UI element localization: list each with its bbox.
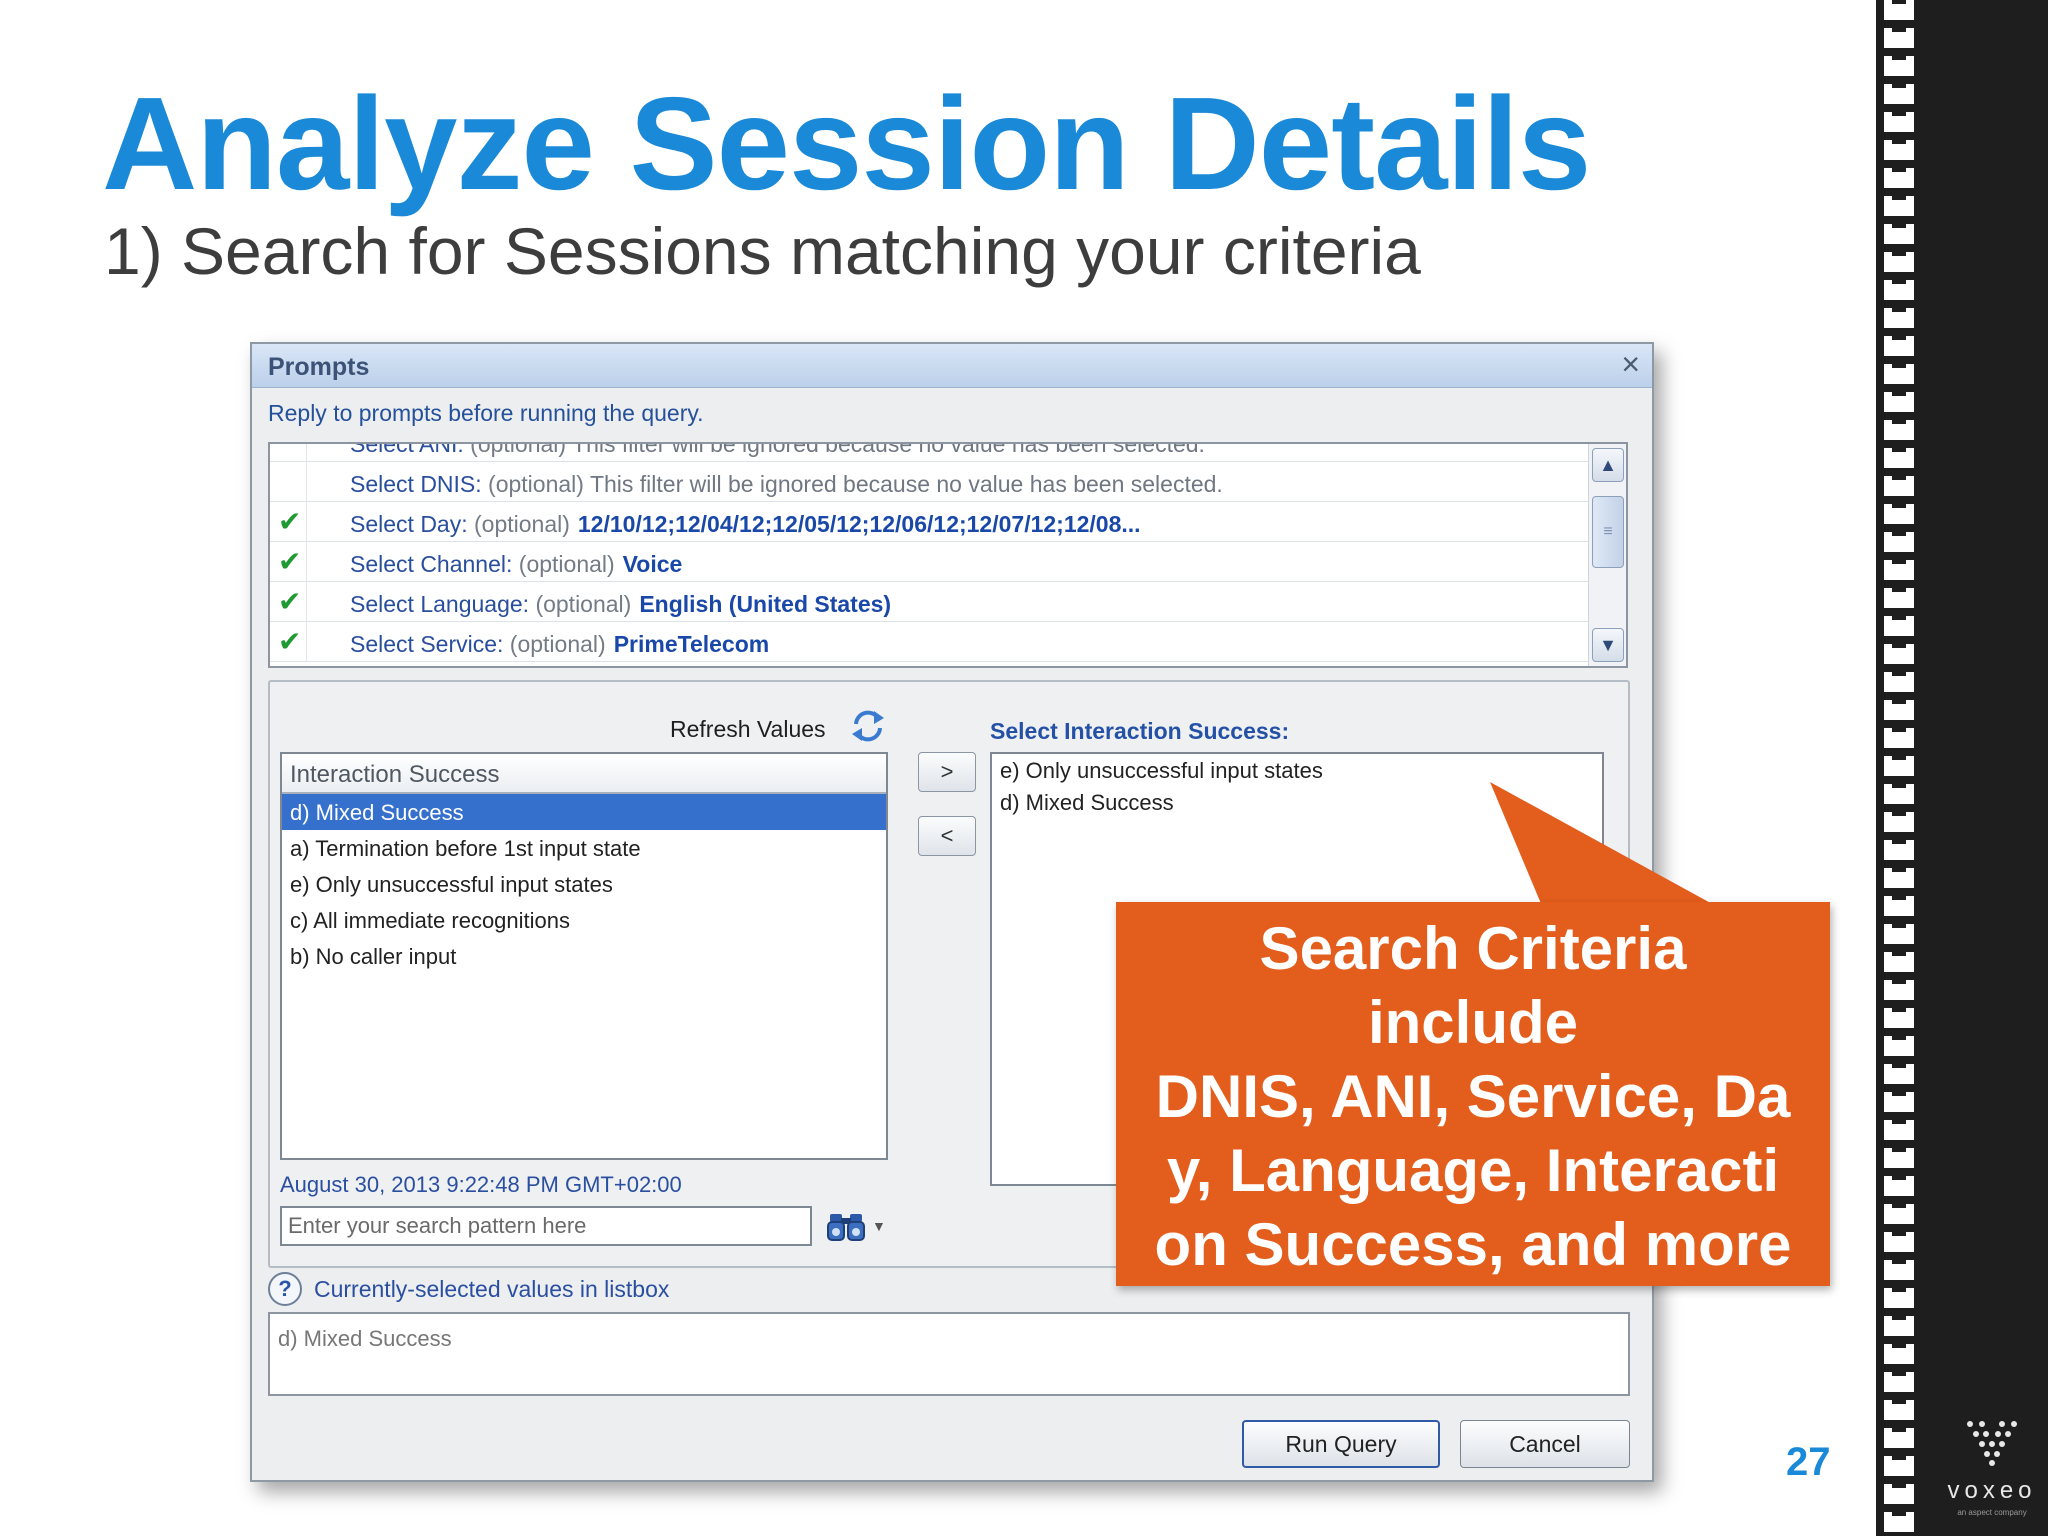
prompt-text: Select Channel: (optional) Voice [350,551,682,578]
row-gutter [306,582,307,622]
prompt-text: Select Language: (optional) English (Unit… [350,591,891,618]
prompt-optional: (optional) [535,591,632,617]
remove-value-button[interactable]: < [918,816,976,856]
prompt-row-ani[interactable]: Select ANI: (optional) This filter will b… [270,442,1588,462]
prompt-note: This filter will be ignored because no v… [572,442,1205,457]
callout-line: include [1367,989,1579,1056]
cancel-button[interactable]: Cancel [1460,1420,1630,1468]
listbox-header: Interaction Success [282,754,886,794]
scroll-thumb[interactable]: ≡ [1592,496,1624,568]
row-gutter [306,462,307,502]
prompt-note: This filter will be ignored because no v… [589,471,1223,497]
check-icon: ✔ [278,506,302,537]
help-icon[interactable]: ? [268,1272,302,1306]
refresh-icon[interactable] [848,706,888,746]
prompt-row-day[interactable]: ✔ Select Day: (optional) 12/10/12;12/04/1… [270,502,1588,542]
prompt-optional: (optional) [518,551,615,577]
list-item[interactable]: a) Termination before 1st input state [282,830,886,866]
prompt-optional: (optional) [509,631,606,657]
list-item[interactable]: c) All immediate recognitions [282,902,886,938]
prompt-label: Select Channel: [350,551,513,577]
prompt-row-channel[interactable]: ✔ Select Channel: (optional) Voice [270,542,1588,582]
logo-tagline: an aspect company [1957,1508,2027,1517]
refresh-values-label[interactable]: Refresh Values [670,716,826,743]
callout-pointer [1490,782,1716,906]
prompt-label: Select ANI: [350,442,464,457]
dialog-instruction: Reply to prompts before running the quer… [268,400,704,426]
close-icon[interactable]: × [1621,348,1640,380]
prompt-text: Select DNIS: (optional) This filter will … [350,471,1223,498]
dialog-title: Prompts [268,353,370,381]
scroll-up-button[interactable]: ▲ [1592,448,1624,482]
refresh-timestamp: August 30, 2013 9:22:48 PM GMT+02:00 [280,1172,682,1197]
prompt-value: 12/10/12;12/04/12;12/05/12;12/06/12;12/0… [577,511,1141,537]
voxeo-logo: voxeo an aspect company [1936,1418,2048,1517]
page-number: 27 [1786,1440,1831,1484]
film-strip-border [1884,0,1914,1536]
row-gutter [306,542,307,582]
callout-line: y, Language, Interacti [1166,1137,1780,1204]
current-values-box: d) Mixed Success [268,1312,1630,1396]
search-criteria-callout: Search Criteria include DNIS, ANI, Servi… [1116,902,1830,1286]
run-query-button[interactable]: Run Query [1242,1420,1440,1468]
row-gutter [306,502,307,542]
prompt-text: Select ANI: (optional) This filter will b… [350,442,1205,458]
prompt-row-language[interactable]: ✔ Select Language: (optional) English (Un… [270,582,1588,622]
add-value-button[interactable]: > [918,752,976,792]
check-icon: ✔ [278,586,302,617]
prompt-label: Select Day: [350,511,468,537]
prompt-label: Select Service: [350,631,504,657]
prompt-list-scrollbar[interactable]: ▲ ≡ ▼ [1588,444,1626,666]
list-item[interactable]: e) Only unsuccessful input states [282,866,886,902]
prompt-label: Select DNIS: [350,471,482,497]
prompt-list: Select ANI: (optional) This filter will b… [268,442,1628,668]
check-icon: ✔ [278,626,302,657]
prompt-value: English (United States) [639,591,892,617]
binoculars-icon[interactable] [826,1208,866,1244]
list-item[interactable]: b) No caller input [282,938,886,974]
prompt-optional: (optional) [474,511,570,537]
interaction-success-listbox[interactable]: Interaction Success d) Mixed Success a) … [280,752,888,1160]
prompt-optional: (optional) [488,471,584,497]
prompt-value: Voice [622,551,683,577]
voxeo-logo-icon [1967,1421,2017,1466]
list-item[interactable]: d) Mixed Success [282,794,886,830]
prompt-text: Select Service: (optional) PrimeTelecom [350,631,769,658]
callout-line: on Success, and more [1154,1211,1792,1278]
callout-line: Search Criteria [1259,915,1687,982]
prompt-text: Select Day: (optional) 12/10/12;12/04/12;… [350,511,1141,538]
prompt-label: Select Language: [350,591,530,617]
slide-title: Analyze Session Details [102,70,1591,217]
help-text: Currently-selected values in listbox [314,1276,670,1302]
prompt-value: PrimeTelecom [613,631,770,657]
search-input[interactable] [280,1206,812,1246]
dialog-titlebar: Prompts × [252,344,1652,388]
logo-name: voxeo [1947,1477,2037,1504]
check-icon: ✔ [278,546,302,577]
prompt-row-dnis[interactable]: Select DNIS: (optional) This filter will … [270,462,1588,502]
slide-subtitle: 1) Search for Sessions matching your cri… [104,214,1421,288]
prompt-row-service[interactable]: ✔ Select Service: (optional) PrimeTelecom [270,622,1588,662]
search-options-dropdown[interactable]: ▼ [872,1218,886,1234]
select-interaction-success-label: Select Interaction Success: [990,718,1290,744]
row-gutter [306,622,307,662]
scroll-down-button[interactable]: ▼ [1592,628,1624,662]
row-gutter [306,444,307,462]
prompt-optional: (optional) [470,442,567,457]
callout-line: DNIS, ANI, Service, Da [1155,1063,1791,1130]
